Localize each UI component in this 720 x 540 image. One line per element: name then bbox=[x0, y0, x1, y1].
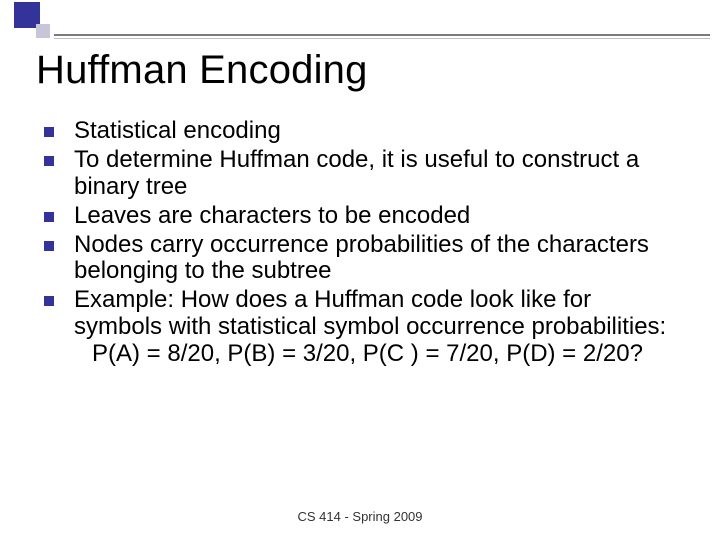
slide-footer: CS 414 - Spring 2009 bbox=[0, 509, 720, 524]
slide: Huffman Encoding Statistical encoding To… bbox=[0, 0, 720, 540]
bullet-list-2: Example: How does a Huffman code look li… bbox=[40, 287, 680, 368]
bullet-text: Leaves are characters to be encoded bbox=[74, 202, 470, 229]
deco-rule-top bbox=[54, 34, 710, 36]
bullet-item: Statistical encoding bbox=[40, 118, 680, 145]
bullet-item: Leaves are characters to be encoded bbox=[40, 203, 680, 230]
bullet-list-1: Statistical encoding To determine Huffma… bbox=[40, 118, 680, 285]
bullet-text: Nodes carry occurrence probabilities of … bbox=[74, 231, 649, 285]
deco-rule-bottom bbox=[54, 38, 710, 39]
bullet-text: Statistical encoding bbox=[74, 117, 281, 144]
deco-square-small bbox=[36, 24, 50, 38]
slide-title: Huffman Encoding bbox=[36, 48, 690, 93]
bullet-item: To determine Huffman code, it is useful … bbox=[40, 147, 680, 201]
header-decoration bbox=[0, 0, 720, 46]
slide-body: Statistical encoding To determine Huffma… bbox=[40, 118, 680, 370]
bullet-item-example: Example: How does a Huffman code look li… bbox=[40, 287, 680, 368]
example-intro: Example: How does a Huffman code look li… bbox=[74, 286, 666, 340]
example-probabilities: P(A) = 8/20, P(B) = 3/20, P(C ) = 7/20, … bbox=[74, 341, 680, 368]
deco-square-large bbox=[14, 2, 40, 28]
bullet-item: Nodes carry occurrence probabilities of … bbox=[40, 232, 680, 286]
bullet-text: To determine Huffman code, it is useful … bbox=[74, 146, 639, 200]
